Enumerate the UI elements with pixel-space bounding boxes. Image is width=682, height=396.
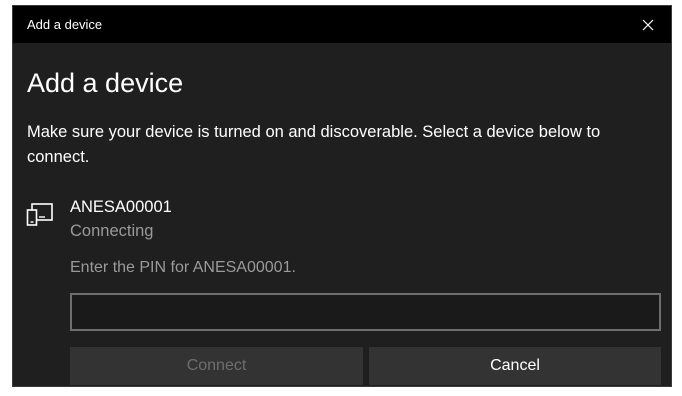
device-name[interactable]: ANESA00001: [70, 198, 172, 217]
cancel-button[interactable]: Cancel: [369, 347, 661, 385]
pin-prompt-label: Enter the PIN for ANESA00001.: [70, 259, 296, 276]
close-icon: [642, 19, 654, 30]
dialog-heading: Add a device: [27, 68, 184, 98]
add-device-dialog: Add a device Add a device Make sure your…: [12, 5, 672, 387]
connect-button[interactable]: Connect: [70, 347, 363, 385]
close-button[interactable]: [625, 6, 671, 43]
connect-button-label: Connect: [186, 357, 247, 374]
phone-tablet-icon: [26, 203, 53, 226]
cancel-button-label: Cancel: [490, 357, 540, 374]
title-bar[interactable]: Add a device: [13, 6, 671, 43]
pin-input[interactable]: [70, 293, 661, 331]
instructions-text: Make sure your device is turned on and d…: [27, 123, 601, 166]
device-status: Connecting: [70, 222, 154, 240]
window-title: Add a device: [27, 17, 103, 32]
